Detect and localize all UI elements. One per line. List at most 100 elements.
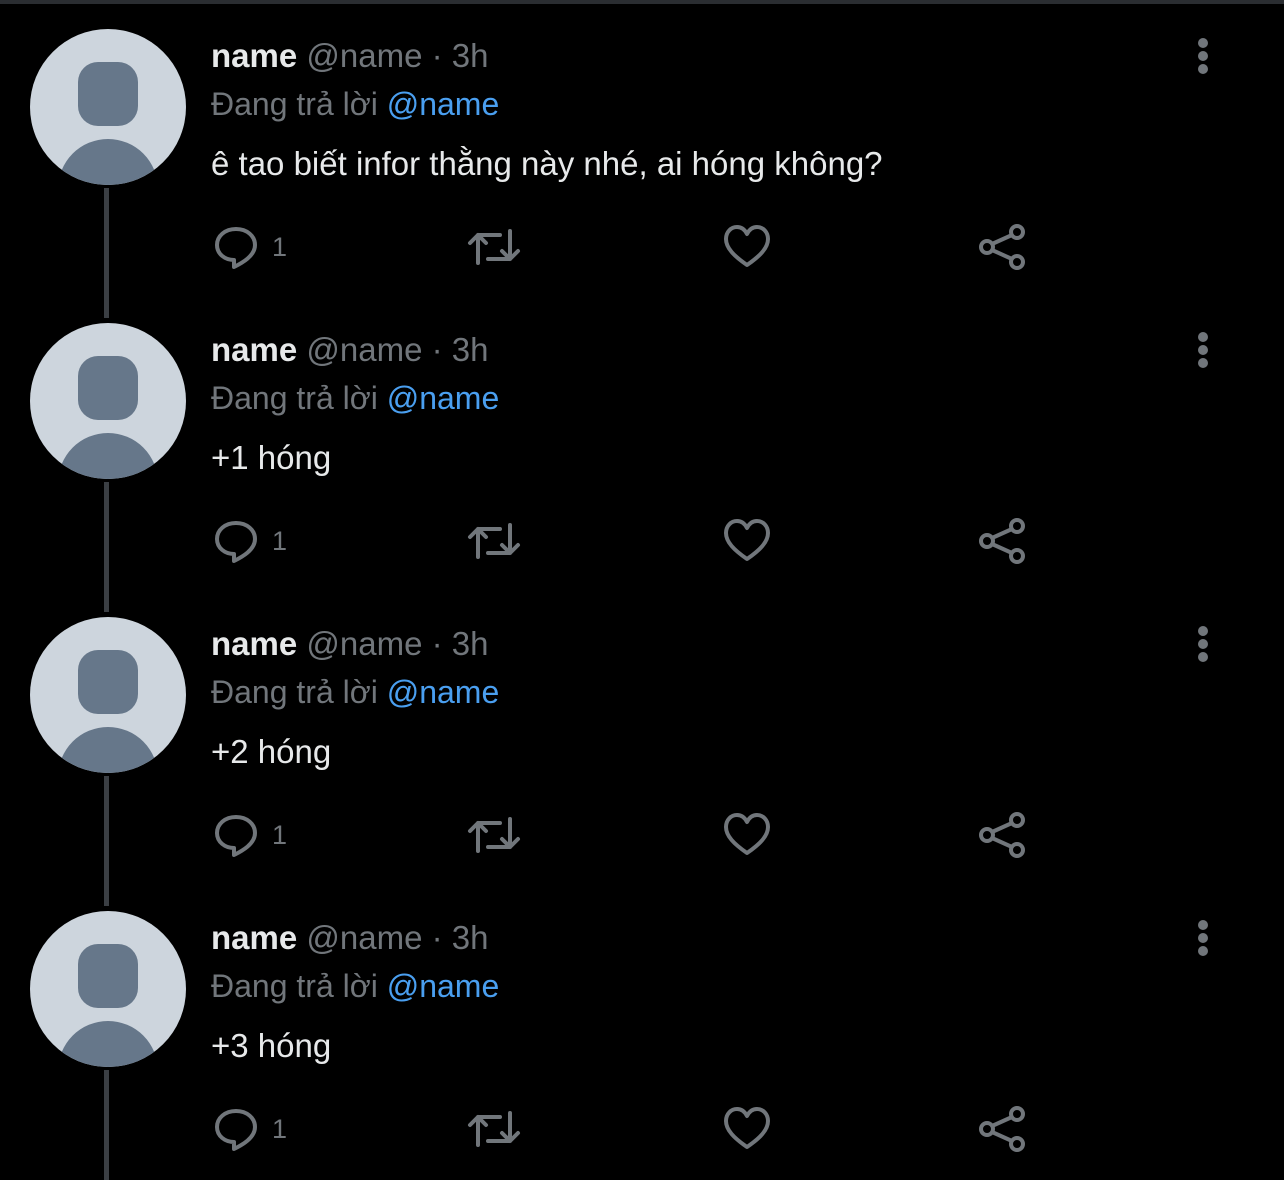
user-handle[interactable]: @name <box>306 919 422 956</box>
share-button[interactable] <box>977 1104 1029 1154</box>
thread-connector-line <box>104 1070 109 1180</box>
reply-header: name @name · 3h <box>211 36 489 76</box>
heart-icon <box>724 813 770 855</box>
reply-header: name @name · 3h <box>211 330 489 370</box>
retweet-button[interactable] <box>466 516 522 566</box>
reply-item[interactable]: name @name · 3h Đang trả lời @name ê tao… <box>0 0 1284 318</box>
avatar[interactable] <box>30 911 186 1067</box>
more-options-button[interactable] <box>1186 34 1220 78</box>
reply-count: 1 <box>272 526 288 556</box>
heart-icon <box>724 225 770 267</box>
timestamp[interactable]: 3h <box>452 331 489 368</box>
share-icon <box>979 518 1025 564</box>
reply-button[interactable]: 1 <box>212 222 287 272</box>
reply-text: +1 hóng <box>211 439 332 476</box>
vertical-dots-icon <box>1198 332 1208 342</box>
avatar-head-shape <box>78 650 138 714</box>
share-button[interactable] <box>977 222 1029 272</box>
dot <box>1198 652 1208 662</box>
like-button[interactable] <box>722 810 772 860</box>
avatar-head-shape <box>78 62 138 126</box>
replying-to-mention[interactable]: @name <box>387 674 500 710</box>
dot <box>1198 51 1208 61</box>
vertical-dots-icon <box>1198 38 1208 48</box>
speech-bubble-icon <box>215 1109 257 1151</box>
reply-count: 1 <box>272 1114 288 1144</box>
like-button[interactable] <box>722 222 772 272</box>
retweet-icon <box>468 229 520 265</box>
user-handle[interactable]: @name <box>306 37 422 74</box>
timestamp[interactable]: 3h <box>452 625 489 662</box>
like-button[interactable] <box>722 1104 772 1154</box>
speech-bubble-icon <box>215 521 257 563</box>
timestamp[interactable]: 3h <box>452 37 489 74</box>
reply-item[interactable]: name @name · 3h Đang trả lời @name +2 hó… <box>0 588 1284 906</box>
avatar[interactable] <box>30 323 186 479</box>
reply-button[interactable]: 1 <box>212 516 287 566</box>
dot <box>1198 639 1208 649</box>
replying-to-mention[interactable]: @name <box>387 968 500 1004</box>
reply-count: 1 <box>272 820 288 850</box>
display-name[interactable]: name <box>211 37 297 74</box>
separator-dot: · <box>431 919 443 956</box>
avatar-body-shape <box>58 1021 158 1067</box>
display-name[interactable]: name <box>211 919 297 956</box>
reply-text: ê tao biết infor thằng này nhé, ai hóng … <box>211 145 883 182</box>
avatar-head-shape <box>78 944 138 1008</box>
avatar-body-shape <box>58 727 158 773</box>
retweet-button[interactable] <box>466 222 522 272</box>
heart-icon <box>724 1107 770 1149</box>
replying-to-label: Đang trả lời <box>211 968 378 1004</box>
replying-to-line: Đang trả lời @name <box>211 966 499 1006</box>
share-icon <box>979 1106 1025 1152</box>
vertical-dots-icon <box>1198 920 1208 930</box>
user-handle[interactable]: @name <box>306 625 422 662</box>
replying-to-label: Đang trả lời <box>211 380 378 416</box>
avatar[interactable] <box>30 617 186 773</box>
replying-to-mention[interactable]: @name <box>387 86 500 122</box>
retweet-button[interactable] <box>466 1104 522 1154</box>
timestamp[interactable]: 3h <box>452 919 489 956</box>
separator-dot: · <box>431 331 443 368</box>
retweet-icon <box>468 1111 520 1147</box>
replying-to-line: Đang trả lời @name <box>211 84 499 124</box>
replying-to-mention[interactable]: @name <box>387 380 500 416</box>
separator-dot: · <box>431 37 443 74</box>
share-icon <box>979 224 1025 270</box>
more-options-button[interactable] <box>1186 328 1220 372</box>
separator-dot: · <box>431 625 443 662</box>
replying-to-line: Đang trả lời @name <box>211 672 499 712</box>
avatar-head-shape <box>78 356 138 420</box>
reply-item[interactable]: name @name · 3h Đang trả lời @name +1 hó… <box>0 294 1284 612</box>
speech-bubble-icon <box>215 815 257 857</box>
avatar-body-shape <box>58 433 158 479</box>
reply-header: name @name · 3h <box>211 918 489 958</box>
dot <box>1198 358 1208 368</box>
display-name[interactable]: name <box>211 331 297 368</box>
share-button[interactable] <box>977 516 1029 566</box>
user-handle[interactable]: @name <box>306 331 422 368</box>
share-button[interactable] <box>977 810 1029 860</box>
avatar-body-shape <box>58 139 158 185</box>
dot <box>1198 345 1208 355</box>
retweet-button[interactable] <box>466 810 522 860</box>
replying-to-label: Đang trả lời <box>211 86 378 122</box>
retweet-icon <box>468 523 520 559</box>
retweet-icon <box>468 817 520 853</box>
display-name[interactable]: name <box>211 625 297 662</box>
reply-count: 1 <box>272 232 288 262</box>
more-options-button[interactable] <box>1186 622 1220 666</box>
more-options-button[interactable] <box>1186 916 1220 960</box>
reply-button[interactable]: 1 <box>212 810 287 860</box>
reply-text: +2 hóng <box>211 733 332 770</box>
reply-header: name @name · 3h <box>211 624 489 664</box>
dot <box>1198 64 1208 74</box>
replying-to-label: Đang trả lời <box>211 674 378 710</box>
reply-text: +3 hóng <box>211 1027 332 1064</box>
replying-to-line: Đang trả lời @name <box>211 378 499 418</box>
reply-thread: name @name · 3h Đang trả lời @name ê tao… <box>0 0 1284 1180</box>
reply-button[interactable]: 1 <box>212 1104 287 1154</box>
like-button[interactable] <box>722 516 772 566</box>
reply-item[interactable]: name @name · 3h Đang trả lời @name +3 hó… <box>0 882 1284 1180</box>
avatar[interactable] <box>30 29 186 185</box>
